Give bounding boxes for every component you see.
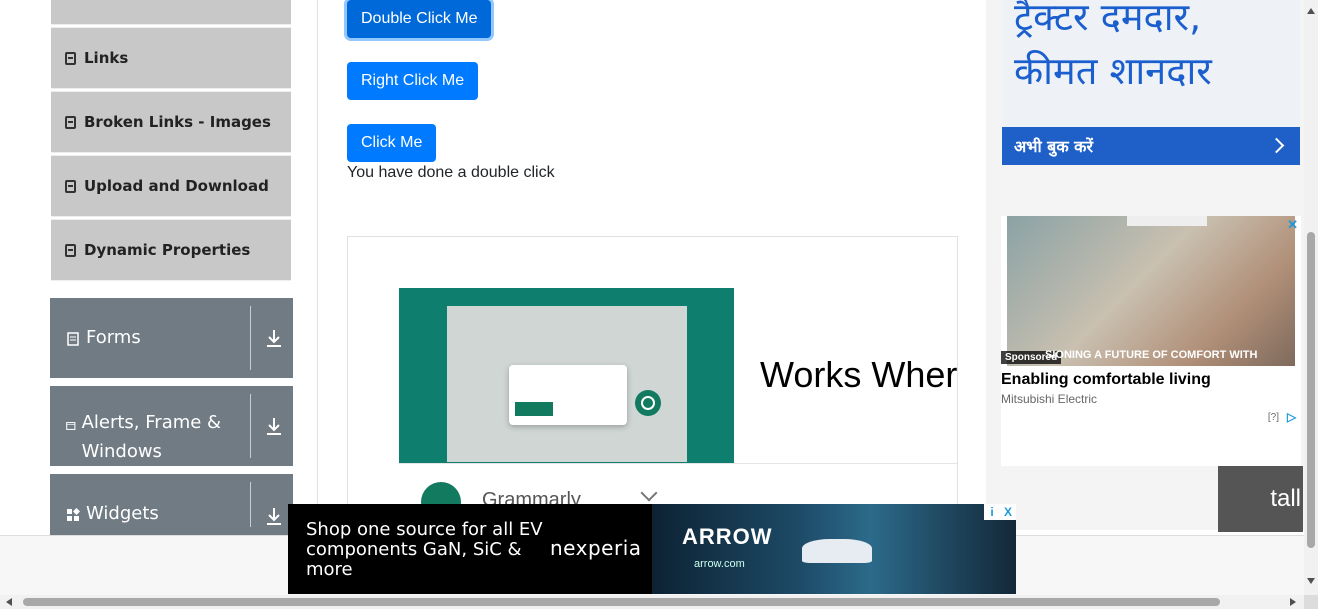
download-icon[interactable]: [265, 416, 283, 436]
scrollbar-thumb[interactable]: [1307, 232, 1315, 548]
cta-label: अभी बुक करें: [1014, 137, 1094, 156]
ad-line: कीमत शानदार: [1014, 49, 1212, 93]
horizontal-scrollbar[interactable]: [0, 595, 1304, 609]
tractor-ad[interactable]: ट्रैक्टर दमदार, कीमत शानदार अभी बुक करें: [1002, 0, 1300, 165]
double-click-button[interactable]: Double Click Me: [347, 0, 492, 38]
scroll-left-icon[interactable]: [6, 598, 12, 606]
mitsubishi-ad[interactable]: ✕ Sponsored SIONING A FUTURE OF COMFORT …: [1001, 216, 1301, 466]
sidebar-item-upload-download[interactable]: Upload and Download: [51, 155, 291, 217]
download-icon[interactable]: [265, 506, 283, 526]
group-label: Alerts, Frame & Windows: [81, 412, 222, 462]
adchoices-icon[interactable]: ▷: [1287, 410, 1299, 424]
scrollbar-thumb[interactable]: [23, 598, 1220, 606]
click-button[interactable]: Click Me: [347, 124, 437, 162]
chevron-right-icon: [1268, 137, 1285, 154]
group-alerts-frame-windows[interactable]: Alerts, Frame & Windows: [50, 386, 293, 466]
sidebar-item-label: Links: [84, 49, 129, 67]
group-label: Widgets: [86, 503, 159, 524]
ad-headline[interactable]: Enabling comfortable living: [1001, 371, 1211, 389]
ad-url: arrow.com: [694, 558, 745, 570]
sidebar-item-links[interactable]: Links: [51, 27, 291, 89]
group-label: Forms: [86, 327, 141, 348]
grammarly-ad[interactable]: Works Where Y Grammarly: [347, 236, 958, 537]
ad-photo: ARROW arrow.com i X: [652, 504, 1016, 594]
ad-caption: SIONING A FUTURE OF COMFORT WITH: [1045, 349, 1258, 361]
window-icon: [66, 422, 76, 430]
ad-text: Shop one source for all EV components Ga…: [306, 519, 543, 580]
scroll-right-icon[interactable]: [1290, 598, 1296, 606]
sidebar-item-label: Broken Links - Images: [84, 113, 271, 131]
double-click-message: You have done a double click: [347, 164, 555, 181]
left-panel: Links Broken Links - Images Upload and D…: [25, 0, 318, 535]
right-click-button[interactable]: Right Click Me: [347, 62, 479, 100]
sidebar-item-dynamic-properties[interactable]: Dynamic Properties: [51, 219, 291, 281]
sidebar-item-label: Dynamic Properties: [84, 241, 251, 259]
ad-photo: [1007, 216, 1295, 366]
sidebar-item-label: Upload and Download: [84, 177, 269, 195]
scroll-up-icon[interactable]: [1307, 8, 1315, 14]
sidebar-item-partial[interactable]: [51, 0, 291, 25]
group-forms[interactable]: Forms: [50, 298, 293, 378]
ad-help[interactable]: [?]: [1268, 412, 1279, 423]
group-widgets[interactable]: Widgets: [50, 474, 293, 535]
ad-image: [399, 288, 734, 463]
html-icon: [65, 115, 76, 129]
grammarly-logo-icon: [635, 390, 661, 416]
partial-text-block: tall: [1218, 466, 1303, 532]
book-now-button[interactable]: अभी बुक करें: [1002, 127, 1300, 165]
download-icon[interactable]: [265, 328, 283, 348]
ad-line: ट्रैक्टर दमदार,: [1014, 0, 1202, 39]
ad-advertiser: Mitsubishi Electric: [1001, 392, 1098, 406]
chevron-down-icon[interactable]: [640, 484, 658, 502]
close-icon[interactable]: ✕: [1287, 217, 1298, 233]
close-icon[interactable]: X: [1000, 504, 1016, 520]
html-icon: [65, 179, 76, 193]
info-icon[interactable]: i: [984, 504, 1000, 520]
sidebar-item-broken-links[interactable]: Broken Links - Images: [51, 91, 291, 153]
nexperia-ad[interactable]: Shop one source for all EV components Ga…: [288, 504, 1016, 594]
scroll-down-icon[interactable]: [1307, 578, 1315, 584]
widgets-icon: [67, 508, 80, 521]
nexperia-logo: nexperia: [550, 536, 642, 560]
vertical-scrollbar[interactable]: [1304, 0, 1318, 595]
document-icon: [67, 332, 79, 346]
car-image: [802, 539, 872, 563]
ad-headline: Works Where Y: [760, 354, 958, 395]
html-icon: [65, 51, 76, 65]
html-icon: [65, 243, 76, 257]
arrow-logo: ARROW: [682, 524, 773, 549]
